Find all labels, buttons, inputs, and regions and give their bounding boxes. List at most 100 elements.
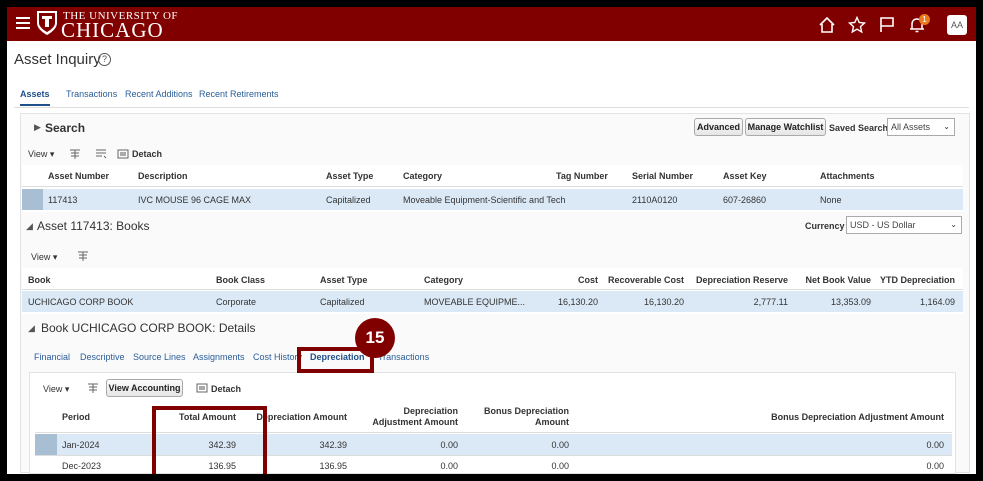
freeze-columns-icon[interactable] [87,382,99,394]
cell-book: UCHICAGO CORP BOOK [28,297,134,307]
cell-net-book-value: 13,353.09 [830,297,871,307]
cell-book-category: MOVEABLE EQUIPME... [424,297,526,307]
tab-recent-retirements[interactable]: Recent Retirements [199,89,279,99]
star-icon[interactable] [848,16,866,34]
cell-cost: 16,130.20 [557,297,598,307]
detach-icon[interactable] [196,382,208,394]
freeze-columns-icon[interactable] [77,250,89,262]
cell-asset-number[interactable]: 117413 [48,195,77,205]
saved-search-value: All Assets [891,122,931,132]
col-book-category[interactable]: Category [424,275,463,285]
advanced-button[interactable]: Advanced [694,118,743,136]
flag-icon[interactable] [878,16,896,34]
cell-period: Dec-2023 [62,461,102,471]
home-icon[interactable] [818,16,836,34]
chevron-down-icon: ⌄ [943,122,950,131]
col-depreciation-adjustment-1[interactable]: Depreciation [357,406,458,416]
cell-recoverable-cost: 16,130.20 [643,297,684,307]
col-ytd-depreciation[interactable]: YTD Depreciation [875,275,955,285]
books-header-divider [22,289,963,290]
view-label: View [28,149,48,159]
detach-icon[interactable] [117,148,129,160]
tab-recent-additions[interactable]: Recent Additions [125,89,193,99]
cell-category: Moveable Equipment-Scientific and Tech [403,195,566,205]
tab-cost-history[interactable]: Cost History [253,352,302,362]
tab-source-lines[interactable]: Source Lines [133,352,186,362]
wrap-icon[interactable] [95,148,107,160]
currency-select[interactable]: USD - US Dollar ⌄ [846,216,962,234]
total-amount-highlight [152,406,267,474]
cell-bonus-depreciation: 0.00 [551,461,569,471]
tab-transactions[interactable]: Transactions [66,89,117,99]
col-tag-number[interactable]: Tag Number [556,171,608,181]
col-net-book-value[interactable]: Net Book Value [795,275,871,285]
row-selector[interactable] [35,434,57,455]
saved-search-select[interactable]: All Assets ⌄ [887,118,955,136]
col-description[interactable]: Description [138,171,188,181]
col-bonus-depreciation-1[interactable]: Bonus Depreciation [469,406,569,416]
col-asset-number[interactable]: Asset Number [48,171,109,181]
collapse-details-icon[interactable]: ◢ [28,323,35,334]
view-label: View [43,384,63,394]
col-asset-key[interactable]: Asset Key [723,171,767,181]
collapse-books-icon[interactable]: ◢ [26,221,33,232]
menu-icon[interactable] [16,17,30,29]
tab-divider [14,107,969,108]
expand-search-icon[interactable]: ▶ [34,122,41,133]
cell-bonus-adjustment: 0.00 [926,440,944,450]
search-header-divider [22,186,963,187]
col-depreciation-adjustment-2[interactable]: Adjustment Amount [357,417,458,427]
books-view-menu[interactable]: View ▾ [31,252,57,263]
tab-assets[interactable]: Assets [20,89,50,106]
col-bonus-adjustment[interactable]: Bonus Depreciation Adjustment Amount [707,412,944,422]
search-detach-label[interactable]: Detach [132,149,162,159]
details-title[interactable]: Book UCHICAGO CORP BOOK: Details [41,321,256,335]
col-book-asset-type[interactable]: Asset Type [320,275,367,285]
search-view-menu[interactable]: View ▾ [28,149,54,160]
view-label: View [31,252,51,262]
step-callout: 15 [355,318,395,358]
manage-watchlist-button[interactable]: Manage Watchlist [745,118,826,136]
col-book-class[interactable]: Book Class [216,275,265,285]
col-recoverable-cost[interactable]: Recoverable Cost [603,275,684,285]
cell-period: Jan-2024 [62,440,100,450]
details-detach-label[interactable]: Detach [211,384,241,394]
tab-financial[interactable]: Financial [34,352,70,362]
cell-description: IVC MOUSE 96 CAGE MAX [138,195,252,205]
currency-value: USD - US Dollar [850,220,916,230]
freeze-columns-icon[interactable] [69,148,81,160]
cell-attachments: None [820,195,842,205]
cell-book-class: Corporate [216,297,257,307]
page-title: Asset Inquiry [14,51,101,68]
cell-asset-type: Capitalized [326,195,371,205]
avatar[interactable]: AA [947,15,967,35]
search-title[interactable]: Search [45,121,85,135]
app-window: THE UNIVERSITY OF CHICAGO 1 AA Asset Inq… [7,7,976,474]
col-attachments[interactable]: Attachments [820,171,875,181]
cell-bonus-depreciation: 0.00 [551,440,569,450]
notification-badge: 1 [919,14,930,25]
chevron-down-icon: ⌄ [950,220,957,229]
logo-main-text: CHICAGO [61,18,164,42]
row-selector[interactable] [22,189,43,210]
help-icon[interactable]: ? [98,53,111,66]
col-depreciation-reserve[interactable]: Depreciation Reserve [688,275,788,285]
saved-search-label: Saved Search [829,123,889,133]
cell-asset-key: 607-26860 [723,195,767,205]
cell-ytd-depreciation: 1,164.09 [919,297,955,307]
col-period[interactable]: Period [62,412,90,422]
view-accounting-button[interactable]: View Accounting [106,379,183,397]
col-serial-number[interactable]: Serial Number [632,171,693,181]
col-asset-type[interactable]: Asset Type [326,171,373,181]
details-view-menu[interactable]: View ▾ [43,384,69,395]
cell-depreciation-reserve: 2,777.11 [753,297,788,307]
cell-depreciation-adjustment: 0.00 [440,461,458,471]
tab-descriptive[interactable]: Descriptive [80,352,125,362]
col-book[interactable]: Book [28,275,51,285]
col-cost[interactable]: Cost [538,275,598,285]
col-category[interactable]: Category [403,171,442,181]
tab-assignments[interactable]: Assignments [193,352,245,362]
col-bonus-depreciation-2[interactable]: Amount [469,417,569,427]
university-shield-icon [37,11,57,35]
books-title[interactable]: Asset 117413: Books [37,219,150,233]
